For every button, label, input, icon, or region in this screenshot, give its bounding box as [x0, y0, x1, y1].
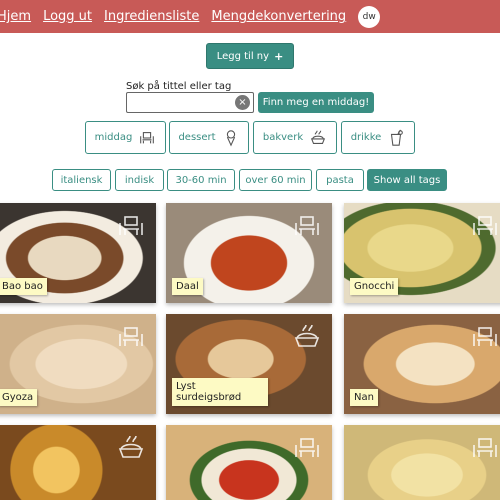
recipe-card-8[interactable] — [166, 425, 332, 500]
dining-icon — [116, 213, 146, 239]
recipe-card-nan[interactable]: Nan — [344, 314, 500, 414]
category-label: middag — [94, 132, 133, 143]
category-label: drikke — [350, 132, 382, 143]
tag-pasta[interactable]: pasta — [316, 169, 364, 191]
recipe-card-gnocchi[interactable]: Gnocchi — [344, 203, 500, 303]
dining-icon — [470, 213, 500, 239]
pie-icon — [292, 324, 322, 350]
dining-icon — [116, 324, 146, 350]
category-middag-button[interactable]: middag — [85, 121, 166, 154]
pie-icon — [309, 129, 327, 147]
tag-30-60-min[interactable]: 30-60 min — [167, 169, 235, 191]
recipe-card-bao-bao[interactable]: Bao bao — [0, 203, 156, 303]
dining-icon — [138, 129, 156, 147]
category-label: bakverk — [262, 132, 304, 143]
nav-link-home[interactable]: Hjem — [0, 9, 31, 24]
search-label: Søk på tittel eller tag — [126, 81, 232, 92]
drink-icon — [387, 129, 405, 147]
dining-icon — [470, 324, 500, 350]
recipe-title: Gnocchi — [350, 278, 399, 295]
recipe-title: Daal — [172, 278, 203, 295]
recipe-title: Bao bao — [0, 278, 47, 295]
dining-icon — [292, 435, 322, 461]
recipe-card-9[interactable] — [344, 425, 500, 500]
nav-link-logout[interactable]: Logg ut — [43, 9, 92, 24]
plus-icon: + — [274, 49, 284, 63]
recipe-title: Lyst surdeigsbrød — [172, 378, 268, 406]
tag-over-60-min[interactable]: over 60 min — [239, 169, 312, 191]
tag-indisk[interactable]: indisk — [115, 169, 164, 191]
recipe-card-gyoza[interactable]: Gyoza — [0, 314, 156, 414]
top-nav: Hjem Logg ut Ingrediensliste Mengdekonve… — [0, 0, 500, 33]
add-new-label: Legg til ny — [216, 50, 270, 62]
nav-link-ingredients[interactable]: Ingrediensliste — [104, 9, 199, 24]
nav-link-conversion[interactable]: Mengdekonvertering — [211, 9, 346, 24]
category-dessert-button[interactable]: dessert — [169, 121, 249, 154]
recipe-title: Nan — [350, 389, 378, 406]
ice-cream-icon — [222, 129, 240, 147]
recipe-card-7[interactable] — [0, 425, 156, 500]
tag-italiensk[interactable]: italiensk — [52, 169, 111, 191]
dining-icon — [292, 213, 322, 239]
category-bakverk-button[interactable]: bakverk — [253, 121, 337, 154]
dining-icon — [470, 435, 500, 461]
avatar[interactable]: dw — [358, 5, 381, 28]
recipe-card-surdeigsbrod[interactable]: Lyst surdeigsbrød — [166, 314, 332, 414]
show-all-tags-button[interactable]: Show all tags — [367, 169, 447, 191]
recipe-card-daal[interactable]: Daal — [166, 203, 332, 303]
pie-icon — [116, 435, 146, 461]
recipe-title: Gyoza — [0, 389, 38, 406]
add-new-button[interactable]: Legg til ny + — [206, 43, 294, 69]
clear-icon[interactable]: × — [235, 95, 250, 110]
category-label: dessert — [178, 132, 216, 143]
find-dinner-button[interactable]: Finn meg en middag! — [258, 92, 374, 113]
category-drikke-button[interactable]: drikke — [341, 121, 415, 154]
